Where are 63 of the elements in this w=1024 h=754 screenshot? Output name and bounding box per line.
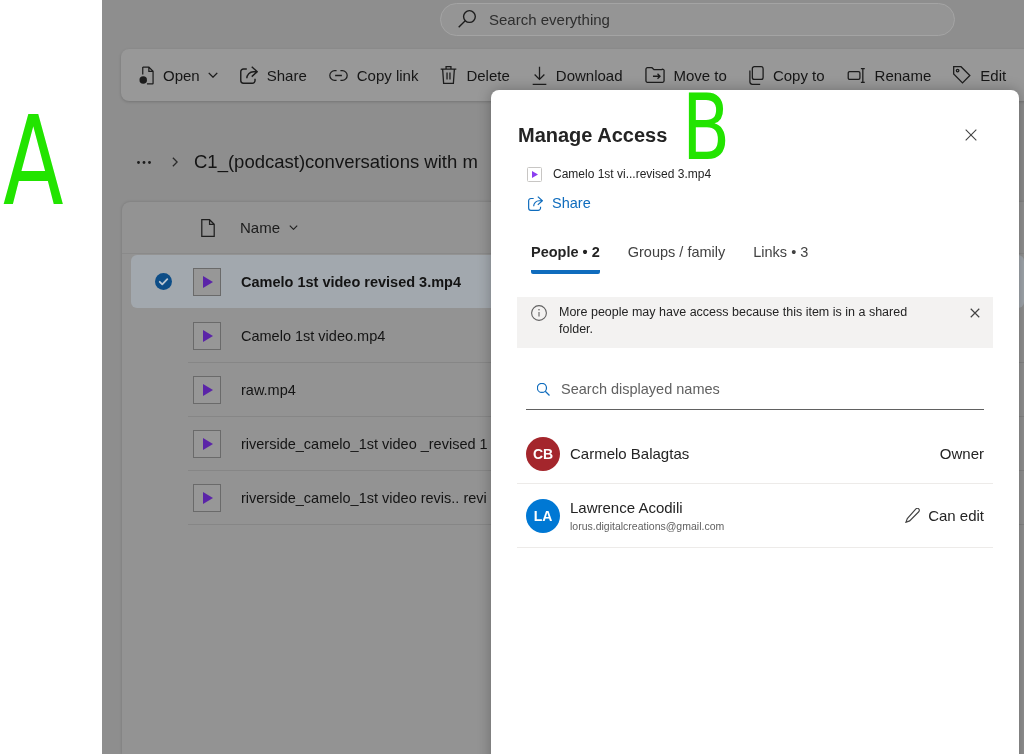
- toolbar-button[interactable]: Share: [239, 59, 307, 91]
- file-name: Camelo 1st video revised 3.mp4: [241, 273, 461, 290]
- chevron-down-icon: [207, 72, 218, 78]
- play-file-icon: [193, 483, 221, 512]
- tab[interactable]: Groups / family: [627, 242, 726, 274]
- checkmark-circle-icon: [155, 273, 172, 290]
- file-name: riverside_camelo_1st video revis.. revi: [241, 489, 487, 506]
- share-link[interactable]: Share: [528, 194, 591, 212]
- person-name: Carmelo Balagtas: [570, 445, 690, 462]
- share-icon: [239, 66, 258, 84]
- copy-icon: [748, 65, 764, 85]
- annotation-letter: B: [682, 92, 731, 164]
- link-icon: [328, 69, 348, 81]
- more-icon[interactable]: [137, 160, 151, 164]
- toolbar-button[interactable]: Delete: [440, 59, 510, 91]
- toolbar-button[interactable]: Copy to: [748, 59, 825, 91]
- file-name: Camelo 1st vi...revised 3.mp4: [553, 167, 712, 181]
- dialog-title: Manage Access: [518, 123, 668, 148]
- permission-label: Owner: [939, 445, 984, 462]
- chevron-right-icon: [172, 157, 178, 167]
- person-name: Lawrence Acodili: [570, 499, 684, 516]
- search-field[interactable]: Search everything: [440, 3, 955, 36]
- file-name: raw.mp4: [241, 381, 296, 398]
- tab[interactable]: Links • 3: [753, 242, 809, 274]
- avatar: LA: [526, 498, 560, 533]
- toolbar-button[interactable]: Rename: [846, 59, 932, 91]
- folder-arrow-icon: [644, 67, 665, 83]
- search-icon: [537, 383, 550, 396]
- toolbar-button[interactable]: Edit: [953, 59, 1007, 91]
- trash-icon: [440, 66, 458, 84]
- play-file-icon: [527, 166, 542, 182]
- download-icon: [531, 65, 547, 85]
- avatar: CB: [526, 436, 560, 471]
- breadcrumb-item[interactable]: C1_(podcast)conversations with m: [194, 151, 478, 173]
- permission-button[interactable]: Can edit: [905, 507, 984, 524]
- column-header[interactable]: Name: [240, 219, 298, 236]
- play-file-icon: [193, 267, 221, 296]
- tag-icon: [953, 66, 972, 84]
- file-name: Camelo 1st video.mp4: [241, 327, 386, 344]
- close-icon: [965, 129, 977, 141]
- dismiss-button[interactable]: [970, 308, 980, 318]
- toolbar-button[interactable]: Move to: [644, 59, 727, 91]
- annotation-letter: A: [3, 113, 64, 212]
- person-email: lorus.digitalcreations@gmail.com: [570, 520, 725, 532]
- toolbar-button[interactable]: Download: [531, 59, 623, 91]
- tab[interactable]: People • 2: [531, 242, 600, 274]
- search-field[interactable]: Search displayed names: [526, 368, 984, 410]
- text-cursor-icon: [846, 67, 866, 83]
- search-icon: [458, 10, 476, 28]
- toolbar-button[interactable]: Copy link: [328, 59, 419, 91]
- play-file-icon: [193, 321, 221, 350]
- file-name: riverside_camelo_1st video _revised 1: [241, 435, 488, 452]
- chevron-down-icon: [289, 225, 298, 230]
- banner-text: More people may have access because this item is in a shared folder.: [559, 304, 909, 338]
- play-file-icon: [193, 375, 221, 404]
- play-file-icon: [193, 429, 221, 458]
- share-icon: [528, 195, 543, 211]
- toolbar-button[interactable]: Open: [139, 59, 218, 91]
- close-icon: [970, 308, 980, 318]
- info-icon: [531, 305, 547, 321]
- document-icon: [139, 65, 154, 85]
- document-icon: [201, 218, 215, 237]
- pencil-icon: [905, 508, 921, 523]
